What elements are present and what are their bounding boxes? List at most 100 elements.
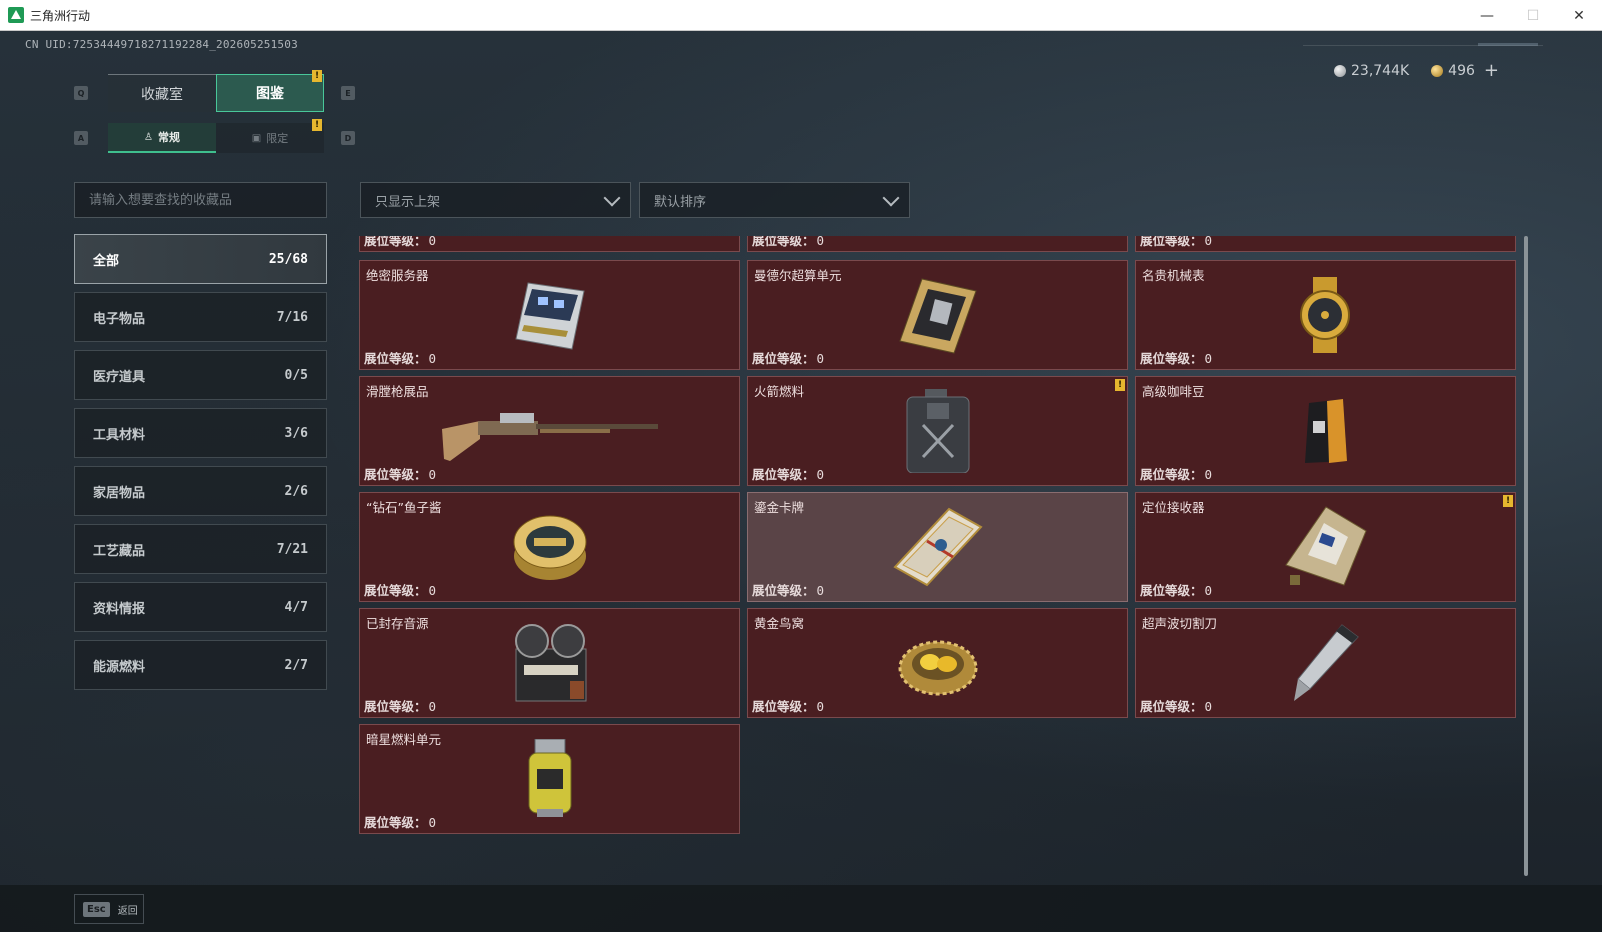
minimize-button[interactable]: —	[1464, 0, 1510, 31]
game-screen: CN UID:7253444971827119228​4_20260525150…	[0, 31, 1602, 932]
collection-card[interactable]: 已封存音源 展位等级： 0	[359, 608, 740, 718]
tab-label: 收藏室	[141, 86, 183, 103]
currency-bar: 23,744K 496 +	[1334, 62, 1499, 80]
card-name: 曼德尔超算单元	[754, 268, 842, 283]
silver-coin-icon	[1334, 65, 1346, 77]
key-hint-e: E	[341, 86, 355, 100]
card-name: 绝密服务器	[366, 268, 429, 283]
category-label: 电子物品	[93, 311, 146, 327]
collection-card[interactable]: 鎏金卡牌 展位等级： 0	[747, 492, 1128, 602]
tab-label: 图鉴	[256, 86, 284, 102]
card-level: 展位等级： 0	[364, 467, 437, 482]
collection-card[interactable]: 滑膛枪展品 展位等级： 0	[359, 376, 740, 486]
tab-label: 常规	[157, 131, 180, 144]
receiver-icon	[1284, 506, 1367, 586]
category-intel[interactable]: 资料情报 4/7	[74, 582, 327, 632]
card-name: 已封存音源	[366, 616, 429, 631]
dropdown-value: 只显示上架	[375, 194, 441, 210]
card-level: 展位等级： 0	[364, 583, 437, 598]
new-badge: !	[1115, 379, 1125, 391]
collection-card[interactable]: 高级咖啡豆 展位等级： 0	[1135, 376, 1516, 486]
category-label: 资料情报	[93, 601, 146, 617]
category-count: 2/7	[284, 657, 308, 673]
category-label: 家居物品	[93, 485, 146, 501]
category-label: 工艺藏品	[93, 543, 146, 559]
search-input[interactable]	[74, 182, 327, 218]
golden-nest-icon	[898, 640, 977, 696]
category-electronics[interactable]: 电子物品 7/16	[74, 292, 327, 342]
card-name: 高级咖啡豆	[1142, 384, 1205, 399]
decor-bar	[1478, 43, 1538, 46]
card-level: 展位等级： 0	[364, 699, 437, 714]
silver-amount: 23,744K	[1351, 63, 1410, 79]
collection-card[interactable]: 暗星燃料单元 展位等级： 0	[359, 724, 740, 834]
add-currency-button[interactable]: +	[1484, 62, 1499, 80]
category-count: 7/16	[276, 309, 308, 325]
caviar-tin-icon	[513, 515, 586, 580]
card-level: 展位等级： 0	[752, 467, 825, 482]
collection-card[interactable]: 名贵机械表 展位等级： 0	[1135, 260, 1516, 370]
card-level: 展位等级： 0	[1140, 351, 1213, 366]
category-label: 全部	[93, 253, 120, 269]
category-crafts[interactable]: 工艺藏品 7/21	[74, 524, 327, 574]
collection-card[interactable]: 展位等级： 0	[359, 236, 740, 252]
card-name: 超声波切割刀	[1142, 616, 1218, 631]
tab-catalog[interactable]: 图鉴	[216, 74, 324, 112]
category-medical[interactable]: 医疗道具 0/5	[74, 350, 327, 400]
chevron-down-icon	[603, 189, 621, 207]
new-badge: !	[312, 119, 322, 131]
key-hint-d: D	[341, 131, 355, 145]
maximize-button[interactable]: ☐	[1510, 0, 1556, 31]
close-button[interactable]: ✕	[1556, 0, 1602, 31]
category-count: 0/5	[284, 367, 308, 383]
collection-card[interactable]: “钻石”鱼子酱 展位等级： 0	[359, 492, 740, 602]
card-level: 展位等级： 0	[752, 583, 825, 598]
shelf-filter-dropdown[interactable]: 只显示上架	[360, 182, 631, 218]
card-name: 火箭燃料	[754, 384, 805, 399]
picture-icon: ▣	[251, 132, 262, 144]
esc-key-hint: Esc	[83, 901, 110, 917]
collection-card[interactable]: 展位等级： 0	[1135, 236, 1516, 252]
card-level: 展位等级： 0	[1140, 583, 1213, 598]
collection-card[interactable]: 定位接收器 ! 展位等级： 0	[1135, 492, 1516, 602]
category-label: 医疗道具	[93, 369, 146, 385]
card-level: 展位等级： 0	[752, 236, 825, 248]
chevron-down-icon	[882, 189, 900, 207]
collection-card[interactable]: 超声波切割刀 展位等级： 0	[1135, 608, 1516, 718]
gilded-card-icon	[892, 507, 983, 587]
category-count: 25/68	[268, 251, 308, 267]
gold-coin-icon	[1431, 65, 1444, 77]
category-household[interactable]: 家居物品 2/6	[74, 466, 327, 516]
bottle-icon: ♙	[144, 131, 153, 143]
musket-icon	[441, 413, 658, 461]
tab-limited[interactable]: ▣ 限定	[216, 123, 324, 153]
category-energy[interactable]: 能源燃料 2/7	[74, 640, 327, 690]
watch-icon	[1299, 277, 1350, 353]
tab-collection-room[interactable]: 收藏室	[108, 74, 216, 112]
card-name: 滑膛枪展品	[366, 384, 429, 399]
collection-card[interactable]: 绝密服务器 展位等级： 0	[359, 260, 740, 370]
card-name: 名贵机械表	[1142, 268, 1205, 283]
category-tools[interactable]: 工具材料 3/6	[74, 408, 327, 458]
grid-scrollbar[interactable]	[1524, 236, 1528, 876]
footer-bar	[0, 885, 1602, 932]
sort-dropdown[interactable]: 默认排序	[639, 182, 910, 218]
player-uid: CN UID:7253444971827119228​4_20260525150…	[25, 38, 298, 51]
card-name: 定位接收器	[1142, 500, 1205, 515]
new-badge: !	[312, 70, 322, 82]
app-logo-icon	[8, 7, 24, 23]
coffee-bag-icon	[1304, 399, 1347, 463]
window-controls: — ☐ ✕	[1464, 0, 1602, 31]
card-name: “钻石”鱼子酱	[366, 500, 442, 515]
fuel-can-icon	[906, 389, 969, 473]
tab-regular[interactable]: ♙ 常规	[108, 123, 216, 153]
collection-card[interactable]: 展位等级： 0	[747, 236, 1128, 252]
key-hint-a: A	[74, 131, 88, 145]
collection-card[interactable]: 火箭燃料 ! 展位等级： 0	[747, 376, 1128, 486]
fuel-cell-icon	[528, 739, 571, 817]
category-all[interactable]: 全部 25/68	[74, 234, 327, 284]
collection-card[interactable]: 曼德尔超算单元 展位等级： 0	[747, 260, 1128, 370]
collection-card[interactable]: 黄金鸟窝 展位等级： 0	[747, 608, 1128, 718]
back-button[interactable]: Esc 返回	[74, 894, 144, 924]
supercomputer-unit-icon	[898, 278, 977, 354]
